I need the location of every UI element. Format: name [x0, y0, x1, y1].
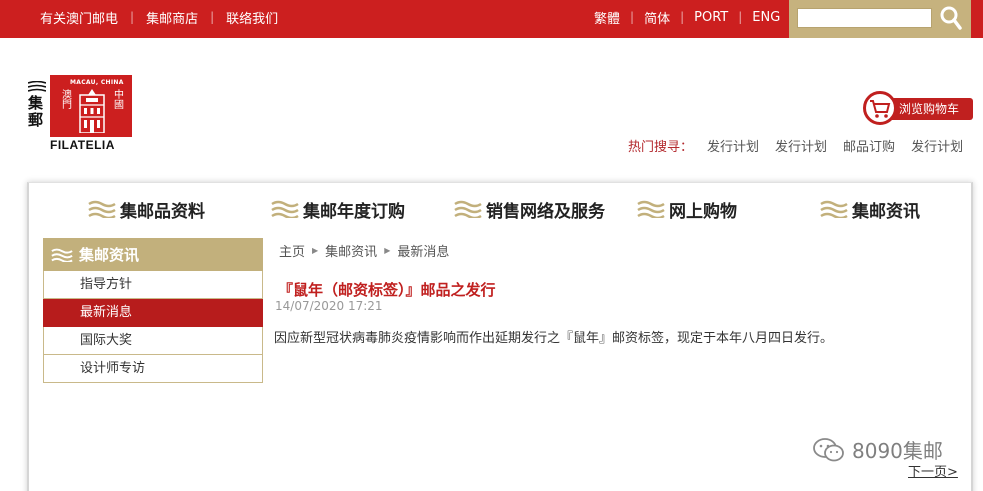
- filatelia-logo[interactable]: 集 郵 MACAU, CHINA 澳門 中國 FILATELIA: [28, 75, 133, 155]
- lang-traditional[interactable]: 繁體: [594, 8, 620, 27]
- nav-label: 集邮年度订购: [303, 201, 405, 222]
- breadcrumb-arrow-icon: ▶: [384, 246, 391, 255]
- breadcrumb: 主页 ▶ 集邮资讯 ▶ 最新消息: [279, 241, 449, 260]
- nav-philatelic-products[interactable]: 集邮品资料: [88, 197, 205, 222]
- lang-english[interactable]: ENG: [752, 10, 780, 25]
- logo-stamp: MACAU, CHINA 澳門 中國: [50, 75, 132, 137]
- hot-search-link[interactable]: 发行计划: [707, 136, 759, 155]
- sidebar-item-guidelines[interactable]: 指导方针: [43, 271, 263, 299]
- watermark: 8090集邮: [812, 435, 943, 464]
- sidebar: 集邮资讯 指导方针 最新消息 国际大奖 设计师专访: [43, 238, 263, 383]
- nav-label: 集邮品资料: [120, 201, 205, 222]
- wechat-icon: [813, 437, 844, 461]
- logo-brand-text: 集 郵: [28, 95, 48, 129]
- hot-search-link[interactable]: 发行计划: [911, 136, 963, 155]
- cart-circle: [863, 91, 897, 125]
- article-body: 因应新型冠状病毒肺炎疫情影响而作出延期发行之『鼠年』邮资标签，现定于本年八月四日…: [274, 331, 834, 346]
- link-about-ctt[interactable]: 有关澳门邮电: [40, 8, 118, 27]
- nav-sales-network[interactable]: 销售网络及服务: [454, 197, 605, 222]
- hot-search-link[interactable]: 发行计划: [775, 136, 827, 155]
- logo-stripes-icon: [28, 81, 46, 92]
- separator: |: [630, 10, 635, 24]
- view-cart-button[interactable]: 浏览购物车: [863, 91, 973, 125]
- waves-icon: [51, 248, 73, 262]
- breadcrumb-news[interactable]: 集邮资讯: [325, 241, 377, 260]
- nav-online-shopping[interactable]: 网上购物: [637, 197, 737, 222]
- hot-search-link[interactable]: 邮品订购: [843, 136, 895, 155]
- sidebar-item-international-awards[interactable]: 国际大奖: [43, 327, 263, 355]
- hot-search-label: 热门搜寻：: [628, 140, 694, 155]
- language-switcher: 繁體 | 简体 | PORT | ENG: [594, 0, 780, 34]
- breadcrumb-arrow-icon: ▶: [312, 246, 319, 255]
- waves-icon: [820, 200, 848, 218]
- waves-icon: [454, 200, 482, 218]
- separator: |: [210, 10, 215, 24]
- link-philately-shop[interactable]: 集邮商店: [146, 8, 198, 27]
- nav-label: 网上购物: [669, 201, 737, 222]
- nav-label: 集邮资讯: [852, 201, 920, 222]
- logo-brand-char: 集: [28, 94, 44, 112]
- logo-stamp-left-text: 澳門: [62, 90, 72, 111]
- breadcrumb-current: 最新消息: [397, 245, 450, 260]
- top-links-left: 有关澳门邮电 | 集邮商店 | 联络我们: [40, 0, 278, 34]
- search-box: [789, 0, 971, 38]
- sidebar-item-designer-interviews[interactable]: 设计师专访: [43, 355, 263, 383]
- separator: |: [738, 10, 743, 24]
- lang-portuguese[interactable]: PORT: [694, 10, 728, 25]
- logo-wordmark: FILATELIA: [50, 138, 115, 152]
- sidebar-item-latest-news[interactable]: 最新消息: [43, 299, 263, 327]
- nav-annual-subscription[interactable]: 集邮年度订购: [271, 197, 405, 222]
- search-input[interactable]: [797, 8, 932, 28]
- nav-philatelic-news[interactable]: 集邮资讯: [820, 197, 920, 222]
- shopping-cart-icon: [870, 100, 891, 118]
- search-icon[interactable]: [939, 5, 963, 31]
- nav-label: 销售网络及服务: [486, 201, 605, 222]
- waves-icon: [271, 200, 299, 218]
- article-date: 14/07/2020 17:21: [275, 299, 383, 313]
- lang-simplified[interactable]: 简体: [644, 8, 670, 27]
- waves-icon: [637, 200, 665, 218]
- top-bar: 有关澳门邮电 | 集邮商店 | 联络我们 繁體 | 简体 | PORT | EN…: [0, 0, 983, 38]
- hot-search: 热门搜寻： 发行计划 发行计划 邮品订购 发行计划: [628, 136, 979, 155]
- ruins-of-st-paul-icon: [79, 89, 105, 133]
- waves-icon: [88, 200, 116, 218]
- breadcrumb-home[interactable]: 主页: [279, 241, 305, 260]
- logo-stamp-right-text: 中國: [114, 90, 124, 111]
- next-page-link[interactable]: 下一页>: [908, 461, 958, 480]
- article-title: 『鼠年（邮资标签）』邮品之发行: [278, 281, 496, 299]
- sidebar-header: 集邮资讯: [43, 238, 263, 271]
- separator: |: [130, 10, 135, 24]
- logo-macau-text: MACAU, CHINA: [70, 79, 124, 86]
- sidebar-title: 集邮资讯: [79, 246, 140, 264]
- logo-brand-char: 郵: [28, 111, 44, 129]
- link-contact-us[interactable]: 联络我们: [226, 8, 278, 27]
- separator: |: [680, 10, 685, 24]
- watermark-text: 8090集邮: [852, 439, 943, 463]
